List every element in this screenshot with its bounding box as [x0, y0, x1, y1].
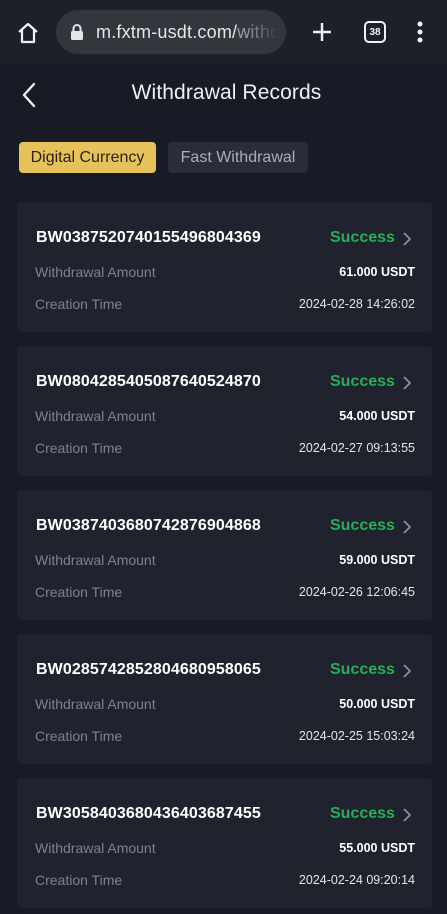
url-fade: [246, 10, 286, 54]
tab-fast-withdrawal[interactable]: Fast Withdrawal: [168, 142, 308, 173]
lock-icon: [71, 24, 83, 40]
address-bar[interactable]: m.fxtm-usdt.com/withd: [56, 10, 286, 54]
status-label: Success: [330, 229, 395, 246]
record-card[interactable]: BW0387520740155496804369 Success Withdra…: [17, 202, 432, 332]
amount-label: Withdrawal Amount: [35, 696, 156, 712]
time-value: 2024-02-25 15:03:24: [298, 729, 415, 743]
time-value: 2024-02-24 09:20:14: [298, 873, 415, 887]
status-label: Success: [330, 805, 395, 822]
time-label: Creation Time: [35, 296, 123, 312]
status-label: Success: [330, 373, 395, 390]
tab-count: 38: [369, 26, 381, 38]
tab-digital-currency[interactable]: Digital Currency: [19, 142, 156, 173]
amount-label: Withdrawal Amount: [35, 840, 156, 856]
tab-label: Digital Currency: [30, 148, 145, 166]
record-id: BW3058403680436403687455: [36, 805, 261, 822]
time-label: Creation Time: [35, 728, 123, 744]
chevron-right-icon: [403, 232, 412, 246]
status-label: Success: [330, 517, 395, 534]
record-card[interactable]: BW0804285405087640524870 Success Withdra…: [17, 346, 432, 476]
amount-label: Withdrawal Amount: [35, 264, 156, 280]
time-value: 2024-02-28 14:26:02: [298, 297, 415, 311]
amount-label: Withdrawal Amount: [35, 408, 156, 424]
time-label: Creation Time: [35, 584, 123, 600]
record-card[interactable]: BW3058403680436403687455 Success Withdra…: [17, 778, 432, 908]
page-header: Withdrawal Records: [0, 64, 447, 126]
amount-value: 59.000 USDT: [339, 553, 415, 567]
more-vert-icon[interactable]: [414, 20, 426, 44]
record-card[interactable]: BW0285742852804680958065 Success Withdra…: [17, 634, 432, 764]
time-value: 2024-02-27 09:13:55: [298, 441, 415, 455]
time-label: Creation Time: [35, 440, 123, 456]
chevron-right-icon: [403, 664, 412, 678]
home-icon[interactable]: [16, 21, 40, 45]
amount-value: 54.000 USDT: [339, 409, 415, 423]
plus-icon[interactable]: [310, 20, 334, 44]
time-value: 2024-02-26 12:06:45: [298, 585, 415, 599]
tabs-icon[interactable]: 38: [364, 21, 386, 43]
chevron-right-icon: [403, 520, 412, 534]
tab-label: Fast Withdrawal: [180, 148, 296, 166]
amount-label: Withdrawal Amount: [35, 552, 156, 568]
time-label: Creation Time: [35, 872, 123, 888]
record-id: BW0387403680742876904868: [36, 517, 261, 534]
page-title: Withdrawal Records: [131, 81, 322, 104]
amount-value: 55.000 USDT: [339, 841, 415, 855]
amount-value: 50.000 USDT: [339, 697, 415, 711]
record-id: BW0387520740155496804369: [36, 229, 261, 246]
url-domain: m.fxtm-usdt.com/: [96, 21, 238, 42]
status-label: Success: [330, 661, 395, 678]
record-card[interactable]: BW0387403680742876904868 Success Withdra…: [17, 490, 432, 620]
record-id: BW0285742852804680958065: [36, 661, 261, 678]
browser-toolbar: m.fxtm-usdt.com/withd 38: [0, 0, 447, 64]
chevron-right-icon: [403, 376, 412, 390]
chevron-right-icon: [403, 808, 412, 822]
record-id: BW0804285405087640524870: [36, 373, 261, 390]
amount-value: 61.000 USDT: [339, 265, 415, 279]
